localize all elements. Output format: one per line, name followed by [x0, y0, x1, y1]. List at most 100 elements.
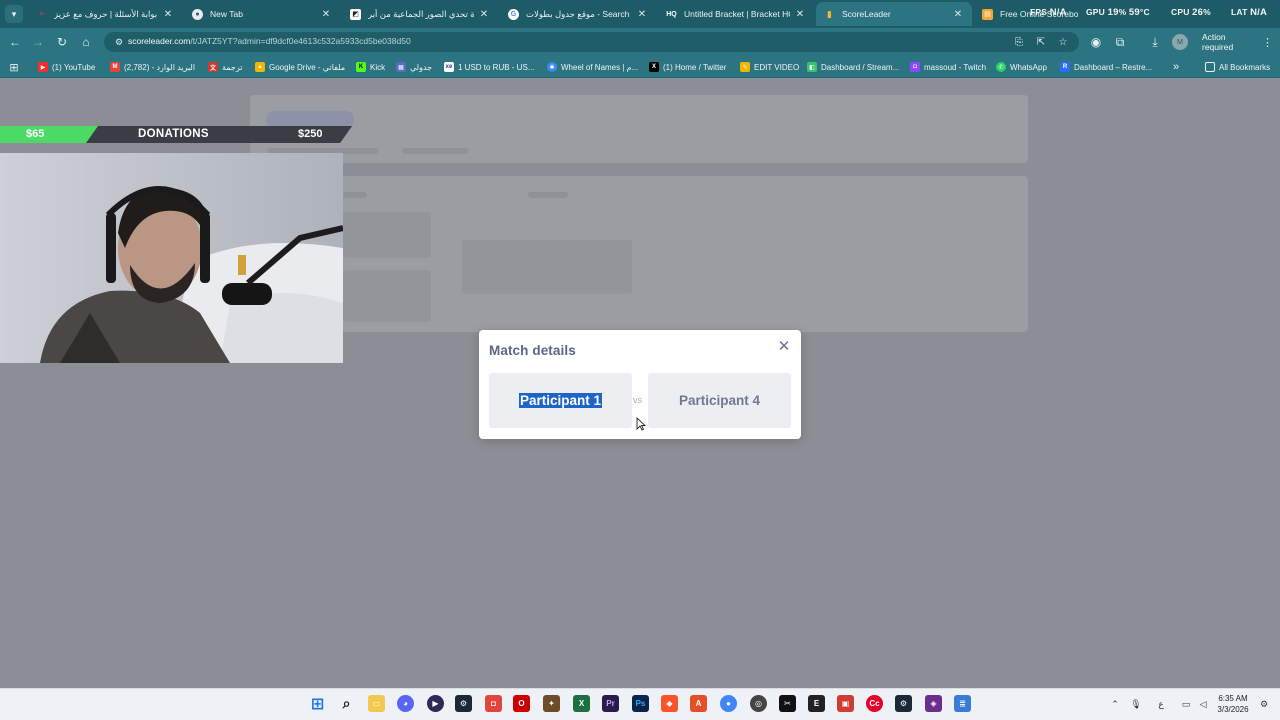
extensions-puzzle-icon[interactable]: ⧉ [1112, 34, 1128, 50]
url-text[interactable]: scoreleader.com/t/JATZ5YT?admin=df9dcf0e… [128, 36, 411, 46]
language-indicator[interactable]: ع [1154, 697, 1168, 711]
tab-search-button[interactable]: ▾ [5, 5, 23, 23]
steam-icon[interactable]: ⚙ [455, 695, 472, 712]
bookmark-twitter[interactable]: X (1) Home / Twitter [649, 60, 726, 74]
participant-a-name: Participant 1 [518, 393, 603, 408]
bookmark-gmail[interactable]: M البريد الوارد - (2,782) [110, 60, 195, 74]
tab-label: Untitled Bracket | Bracket HQ [684, 9, 790, 19]
all-bookmarks[interactable]: All Bookmarks [1205, 60, 1270, 74]
tab-google-search[interactable]: G موقع جدول بطولات - Search ‏عاي ✕ [500, 2, 656, 26]
bookmark-wheel-of-names[interactable]: ✱ Wheel of Names | م... [547, 60, 638, 74]
bookmark-star-icon[interactable]: ☆ [1056, 35, 1070, 49]
steam-alt-icon[interactable]: ⚙ [895, 695, 912, 712]
participant-a-card[interactable]: Participant 1 [489, 373, 632, 428]
background-tab-line [402, 148, 468, 154]
volume-icon[interactable]: ◁ [1196, 697, 1210, 711]
clock-date: 3/3/2026 [1217, 705, 1249, 714]
tab-group-photos[interactable]: ◩ لعبة تحدي الصور الجماعية من أبر ✕ [342, 2, 498, 26]
donation-bar: $65 DONATIONS $250 [0, 126, 352, 143]
tab-new-tab[interactable]: ● New Tab ✕ [184, 2, 340, 26]
windows-start-icon[interactable]: ⊞ [309, 695, 326, 713]
creative-cloud-icon[interactable]: Cc [866, 695, 883, 712]
bookmark-youtube[interactable]: ▶ (1) YouTube [38, 60, 95, 74]
youtube-icon: ▶ [38, 62, 48, 72]
tool-icon[interactable]: ◈ [925, 695, 942, 712]
capcut-icon[interactable]: ✂ [779, 695, 796, 712]
chrome-taskbar-icon[interactable]: ● [720, 695, 737, 712]
bookmark-twitch[interactable]: ◘ massoud - Twitch [910, 60, 986, 74]
microphone-icon[interactable]: 🎙 [1129, 697, 1143, 711]
bookmarks-overflow-icon[interactable]: » [1168, 59, 1184, 75]
restream-icon: R [1060, 62, 1070, 72]
excel-icon[interactable]: X [573, 695, 590, 712]
bookmark-dashboard-stream[interactable]: ◧ Dashboard / Stream... [807, 60, 899, 74]
discord-icon[interactable]: ◕ [397, 695, 414, 712]
network-icon[interactable]: ▭ [1179, 697, 1193, 711]
photoshop-icon[interactable]: Ps [632, 695, 649, 712]
adobe-icon[interactable]: A [690, 695, 707, 712]
app-icon[interactable]: ▣ [837, 695, 854, 712]
epic-games-icon[interactable]: E [808, 695, 825, 712]
apps-grid-icon[interactable]: ⊞ [6, 59, 22, 75]
bookmark-translate[interactable]: 文 ترجمة [208, 60, 243, 74]
brave-icon[interactable]: ◆ [661, 695, 678, 712]
download-icon[interactable]: ⤓ [1147, 34, 1163, 50]
forward-icon[interactable]: → [30, 34, 46, 50]
notepad-icon[interactable]: ≣ [954, 695, 971, 712]
bookmark-whatsapp[interactable]: ✆ WhatsApp [996, 60, 1047, 74]
file-explorer-icon[interactable]: ▭ [368, 695, 385, 712]
bookmark-usd-rub[interactable]: xe 1 USD to RUB - US... [444, 60, 534, 74]
background-match-box [343, 270, 431, 322]
folder-icon [1205, 62, 1215, 72]
tray-overflow-icon[interactable]: ⌃ [1108, 697, 1122, 711]
tab-label: موقع جدول بطولات - Search ‏عاي [526, 8, 632, 19]
bookmark-edit-video[interactable]: ✎ EDIT VIDEO [740, 60, 799, 74]
overwolf-icon[interactable]: ✦ [543, 695, 560, 712]
premiere-pro-icon[interactable]: Pr [602, 695, 619, 712]
game-launcher-icon[interactable]: ◘ [485, 695, 502, 712]
bookmark-google-drive[interactable]: ▲ Google Drive - ملفاتي [255, 60, 345, 74]
close-icon[interactable]: ✕ [162, 9, 174, 20]
donation-goal-current: $65 [26, 128, 45, 140]
cpu-readout: CPU 26% [1171, 7, 1211, 18]
close-icon[interactable]: ✕ [776, 338, 792, 355]
gpu-readout: GPU 19% 59°C [1086, 7, 1150, 18]
hq-icon: HQ [666, 10, 677, 18]
close-icon[interactable]: ✕ [478, 9, 490, 20]
media-player-icon[interactable]: ▶ [427, 695, 444, 712]
close-icon[interactable]: ✕ [794, 9, 806, 20]
vs-label: vs [633, 395, 642, 405]
bookmark-my-table[interactable]: ▦ جدولي [396, 60, 432, 74]
extension-icon[interactable]: ◉ [1088, 34, 1104, 50]
install-app-icon[interactable]: ⇱ [1034, 35, 1048, 49]
site-info-icon[interactable]: ⚙ [114, 37, 124, 47]
bookmark-kick[interactable]: K Kick [356, 60, 385, 74]
opera-icon[interactable]: O [513, 695, 530, 712]
edit-icon: ✎ [740, 62, 750, 72]
donation-title: DONATIONS [138, 128, 209, 140]
background-match-box [343, 212, 431, 258]
page-icon: ◩ [350, 8, 361, 20]
home-icon[interactable]: ⌂ [78, 34, 94, 50]
table-icon: ▦ [396, 62, 406, 72]
obs-icon[interactable]: ◎ [750, 695, 767, 712]
system-clock[interactable]: 6:35 AM 3/3/2026 [1210, 693, 1256, 715]
action-required-button[interactable]: Action required ⋮ [1195, 31, 1280, 53]
close-icon[interactable]: ✕ [320, 9, 332, 20]
reload-icon[interactable]: ↻ [54, 34, 70, 50]
kick-icon: K [356, 62, 366, 72]
tab-scoreleader[interactable]: ▮ ScoreLeader ✕ [816, 2, 972, 26]
translate-icon[interactable]: ⎘ [1012, 35, 1026, 49]
close-icon[interactable]: ✕ [952, 9, 964, 20]
search-icon[interactable]: ⌕ [338, 695, 355, 712]
tab-bracket-hq[interactable]: HQ Untitled Bracket | Bracket HQ ✕ [658, 2, 814, 26]
bookmark-restream[interactable]: R Dashboard – Restre... [1060, 60, 1152, 74]
close-icon[interactable]: ✕ [636, 9, 648, 20]
fps-readout: FPS N/A [1030, 7, 1067, 18]
background-match-box [462, 240, 632, 294]
profile-avatar[interactable]: M [1172, 34, 1188, 50]
back-icon[interactable]: ← [7, 34, 23, 50]
participant-b-card[interactable]: Participant 4 [648, 373, 791, 428]
tab-huroof[interactable]: ≡ بوابة الأسئلة | حروف مع عزيز ✕ [28, 2, 182, 26]
notification-icon[interactable]: ⚙ [1257, 697, 1271, 711]
